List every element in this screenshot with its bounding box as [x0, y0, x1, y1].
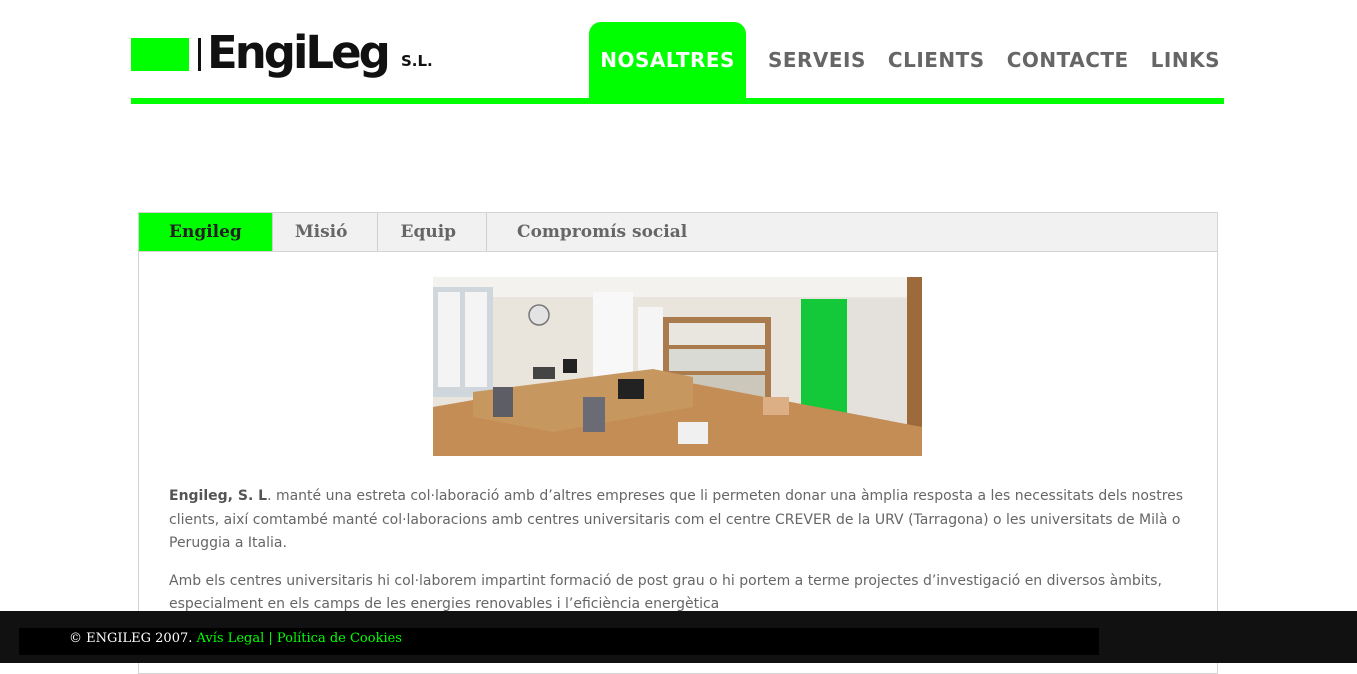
copyright-text: © ENGILEG 2007. [69, 631, 193, 646]
footer-separator: | [268, 631, 273, 646]
nav-clients[interactable]: CLIENTS [877, 22, 996, 98]
tab-equip[interactable]: Equip [378, 213, 488, 251]
main-nav: NOSALTRES SERVEIS CLIENTS CONTACTE LINKS [589, 22, 1224, 98]
content-panel: Engileg Misió Equip Compromís social Eng… [138, 212, 1218, 674]
nav-serveis[interactable]: SERVEIS [757, 22, 877, 98]
footer-bar: © ENGILEG 2007. Avís Legal | Política de… [19, 628, 1099, 655]
logo-wordmark: EngiLeg [207, 26, 391, 79]
paragraph-1: Engileg, S. L. manté una estreta col·lab… [169, 485, 1189, 556]
logo-bar [198, 38, 201, 71]
cookie-policy-link[interactable]: Política de Cookies [277, 631, 402, 646]
content-text: Engileg, S. L. manté una estreta col·lab… [169, 485, 1189, 631]
logo-green-block [131, 38, 189, 71]
paragraph-2: Amb els centres universitaris hi col·lab… [169, 572, 1162, 613]
tab-engileg[interactable]: Engileg [139, 213, 273, 251]
company-name: Engileg, S. L [169, 488, 268, 504]
site-footer: © ENGILEG 2007. Avís Legal | Política de… [0, 611, 1357, 663]
site-header: EngiLeg S.L. NOSALTRES SERVEIS CLIENTS C… [131, 0, 1224, 104]
logo-suffix: S.L. [401, 52, 433, 70]
legal-notice-link[interactable]: Avís Legal [197, 631, 265, 646]
office-photo [433, 277, 922, 456]
nav-contacte[interactable]: CONTACTE [996, 22, 1140, 98]
footer-text: © ENGILEG 2007. Avís Legal | Política de… [69, 628, 402, 649]
tab-misio[interactable]: Misió [273, 213, 379, 251]
nav-links[interactable]: LINKS [1140, 22, 1224, 98]
tab-compromis-social[interactable]: Compromís social [487, 213, 717, 251]
header-divider [131, 98, 1224, 104]
paragraph-1-text: . manté una estreta col·laboració amb d’… [169, 488, 1184, 551]
tab-bar: Engileg Misió Equip Compromís social [139, 213, 1217, 252]
nav-nosaltres[interactable]: NOSALTRES [589, 22, 746, 98]
